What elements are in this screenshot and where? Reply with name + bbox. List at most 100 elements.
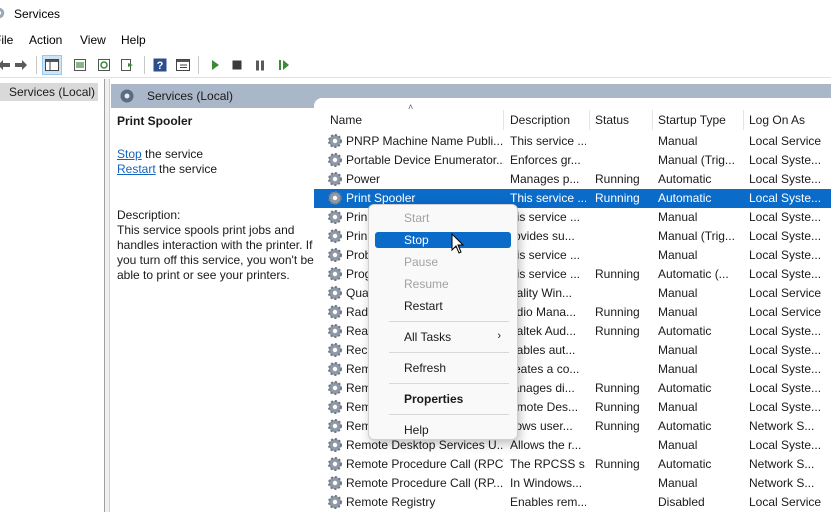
- cell-description: Enforces gr...: [510, 153, 581, 167]
- cell-startup-type: Automatic: [658, 324, 712, 338]
- title-bar: Services: [0, 0, 831, 28]
- cell-startup-type: Automatic (...: [658, 267, 729, 281]
- toolbar-separator: [36, 56, 37, 74]
- cell-log-on-as: Local Service: [749, 495, 822, 509]
- pane-title: Services (Local): [147, 89, 234, 103]
- help-icon[interactable]: ?: [150, 55, 170, 75]
- tree-item-services-local[interactable]: Services (Local): [0, 83, 98, 101]
- cell-description: rovides su...: [510, 229, 575, 243]
- menu-help[interactable]: Help: [121, 33, 146, 47]
- context-menu-properties[interactable]: Properties: [375, 391, 511, 407]
- cell-log-on-as: Network S...: [749, 457, 815, 471]
- properties-sheet-icon[interactable]: [70, 55, 90, 75]
- column-header-description[interactable]: Description: [505, 110, 589, 130]
- refresh-icon[interactable]: [94, 55, 114, 75]
- cell-startup-type: Manual: [658, 362, 698, 376]
- context-menu-refresh[interactable]: Refresh: [375, 360, 511, 376]
- svg-text:?: ?: [157, 60, 164, 72]
- column-separator[interactable]: [503, 110, 504, 130]
- stop-link-suffix: the service: [145, 147, 204, 161]
- cell-name: Remote Registry: [346, 495, 436, 509]
- context-menu: Start Stop Pause Resume Restart All Task…: [368, 204, 518, 440]
- cell-description: lanages di...: [510, 381, 575, 395]
- cell-log-on-as: Local Syste...: [749, 229, 822, 243]
- cell-description: ealtek Aud...: [510, 324, 577, 338]
- cell-log-on-as: Network S...: [749, 476, 815, 490]
- service-gear-icon: [328, 229, 342, 243]
- cell-startup-type: Automatic: [658, 381, 712, 395]
- show-action-pane-icon[interactable]: [173, 55, 193, 75]
- column-header-startup-type[interactable]: Startup Type: [653, 110, 743, 130]
- cell-log-on-as: Local Syste...: [749, 172, 822, 186]
- column-header-status[interactable]: Status: [590, 110, 653, 130]
- cell-description: emote Des...: [510, 400, 579, 414]
- cell-startup-type: Manual (Trig...: [658, 153, 735, 167]
- forward-arrow-icon[interactable]: [11, 55, 31, 75]
- cell-startup-type: Manual: [658, 343, 698, 357]
- service-gear-icon: [328, 381, 342, 395]
- cell-startup-type: Manual: [658, 286, 698, 300]
- table-row[interactable]: Remote Procedure Call (RP... In Windows..…: [314, 474, 831, 493]
- cell-startup-type: Manual (Trig...: [658, 229, 735, 243]
- restart-service-icon[interactable]: [274, 55, 294, 75]
- cell-name: Portable Device Enumerator...: [346, 153, 504, 167]
- cell-name: Remote Desktop Services U...: [346, 438, 504, 452]
- cell-description: Enables rem...: [510, 495, 586, 509]
- cell-description: This service ...: [510, 134, 586, 148]
- cell-startup-type: Manual: [658, 248, 698, 262]
- column-header-log-on-as[interactable]: Log On As: [744, 110, 831, 130]
- context-menu-all-tasks[interactable]: All Tasks ›: [375, 329, 511, 345]
- cell-description: his service ...: [510, 267, 581, 281]
- cell-name: PNRP Machine Name Publi...: [346, 134, 504, 148]
- selected-service-name: Print Spooler: [117, 114, 193, 128]
- menu-file[interactable]: File: [0, 33, 13, 47]
- table-row[interactable]: PNRP Machine Name Publi... This service .…: [314, 132, 831, 151]
- mouse-cursor-icon: [451, 233, 465, 254]
- cell-log-on-as: Local Syste...: [749, 210, 822, 224]
- show-hide-console-tree-icon[interactable]: [42, 55, 62, 75]
- cell-status: Running: [595, 172, 640, 186]
- column-header-name[interactable]: Name: [325, 110, 503, 130]
- context-menu-pause[interactable]: Pause: [375, 254, 511, 270]
- menu-action[interactable]: Action: [29, 33, 62, 47]
- table-row[interactable]: Remote Registry Enables rem... Disabled Loc…: [314, 493, 831, 512]
- service-gear-icon: [328, 172, 342, 186]
- context-menu-start[interactable]: Start: [375, 210, 511, 226]
- cell-startup-type: Manual: [658, 400, 698, 414]
- service-gear-icon: [328, 343, 342, 357]
- stop-service-icon[interactable]: [227, 55, 247, 75]
- context-menu-help[interactable]: Help: [375, 422, 511, 438]
- cell-log-on-as: Local Service: [749, 134, 822, 148]
- service-gear-icon: [328, 286, 342, 300]
- context-menu-restart[interactable]: Restart: [375, 298, 511, 314]
- restart-link-suffix: the service: [159, 162, 218, 176]
- cell-log-on-as: Local Syste...: [749, 267, 822, 281]
- window-title: Services: [14, 7, 61, 21]
- cell-status: Running: [595, 324, 640, 338]
- cell-description: nables aut...: [510, 343, 576, 357]
- pause-service-icon[interactable]: [250, 55, 270, 75]
- table-row[interactable]: Portable Device Enumerator... Enforces gr…: [314, 151, 831, 170]
- cell-log-on-as: Local Syste...: [749, 153, 822, 167]
- start-service-icon[interactable]: [205, 55, 225, 75]
- toolbar: ?: [0, 52, 831, 78]
- service-gear-icon: [328, 400, 342, 414]
- cell-startup-type: Manual: [658, 210, 698, 224]
- cell-log-on-as: Local Syste...: [749, 438, 822, 452]
- description-label: Description:: [117, 208, 181, 222]
- service-gear-icon: [328, 305, 342, 319]
- table-row[interactable]: Remote Procedure Call (RPC) The RPCSS s..…: [314, 455, 831, 474]
- cell-log-on-as: Local Syste...: [749, 191, 822, 205]
- menu-view[interactable]: View: [80, 33, 106, 47]
- restart-link[interactable]: Restart: [117, 162, 156, 176]
- context-menu-resume[interactable]: Resume: [375, 276, 511, 292]
- cell-description: reates a co...: [510, 362, 580, 376]
- table-row[interactable]: Power Manages p... Running Automatic Local S…: [314, 170, 831, 189]
- stop-link[interactable]: Stop: [117, 147, 142, 161]
- context-menu-stop[interactable]: Stop: [375, 232, 511, 248]
- service-gear-icon: [328, 153, 342, 167]
- cell-status: Running: [595, 191, 640, 205]
- tree-scrollbar[interactable]: [105, 79, 110, 512]
- cell-name: Print Spooler: [346, 191, 416, 205]
- export-list-icon[interactable]: [118, 55, 138, 75]
